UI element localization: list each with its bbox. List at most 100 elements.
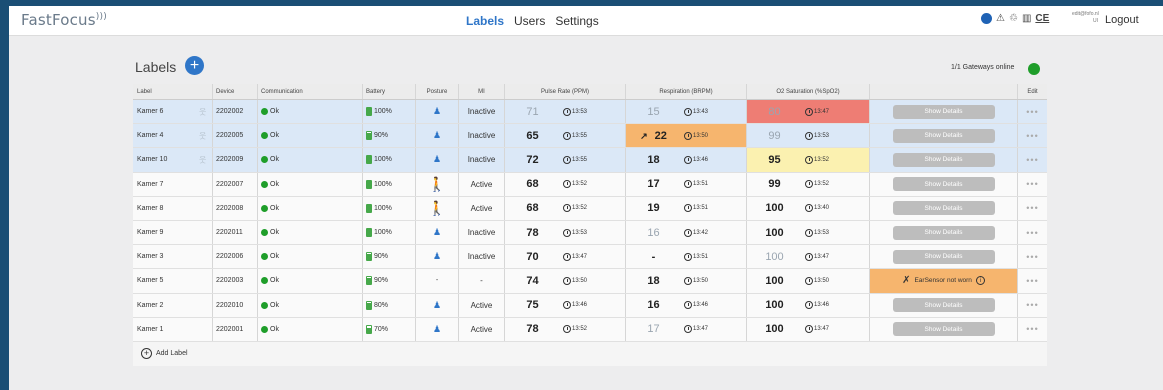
- row-label: Kamer 1: [133, 317, 213, 341]
- row-details: Show Details: [870, 148, 1018, 172]
- show-details-button[interactable]: Show Details: [892, 177, 995, 192]
- pulse-value: 65: [505, 130, 560, 142]
- clock-icon: [684, 252, 692, 261]
- earsensor-warning[interactable]: ✗ EarSensor not worn i: [870, 269, 1017, 293]
- resp-value: ↗ 22: [626, 130, 681, 142]
- resp-time-text: 13:42: [693, 229, 709, 236]
- status-ok-icon: [261, 132, 268, 140]
- table-row[interactable]: Kamer 7 2202007 Ok 100% 🚶 Active 68 13:5…: [133, 172, 1047, 197]
- show-details-button[interactable]: Show Details: [892, 322, 995, 337]
- row-o2: 99 13:53: [747, 124, 870, 148]
- communication-text: Ok: [270, 108, 279, 116]
- o2-value: 100: [747, 299, 802, 311]
- header-o2: O2 Saturation (%SpO2): [747, 84, 870, 99]
- table-row[interactable]: Kamer 8 2202008 Ok 100% 🚶 Active 68 13:5…: [133, 196, 1047, 221]
- clock-icon: [684, 180, 692, 189]
- show-details-button[interactable]: Show Details: [892, 249, 995, 264]
- header-pulse: Pulse Rate (PPM): [505, 84, 626, 99]
- table-row[interactable]: Kamer 3 2202006 Ok 90% ♟ Inactive 70 13:…: [133, 245, 1047, 270]
- table-row[interactable]: Kamer 6 웃 2202002 Ok 100% ♟ Inactive 71 …: [133, 100, 1047, 125]
- clock-icon: [563, 301, 571, 310]
- add-label-text: Add Label: [156, 349, 188, 357]
- row-edit: •••: [1018, 294, 1047, 317]
- pulse-value: 74: [505, 275, 560, 287]
- o2-value: 100: [747, 202, 802, 214]
- table-row[interactable]: Kamer 10 웃 2202009 Ok 100% ♟ Inactive 72…: [133, 148, 1047, 173]
- nav-users[interactable]: Users: [514, 14, 545, 28]
- add-label-button[interactable]: +: [185, 56, 204, 75]
- more-dots-icon[interactable]: •••: [1026, 252, 1038, 262]
- row-mi: Active: [459, 317, 505, 341]
- show-details-button[interactable]: Show Details: [892, 152, 995, 167]
- o2-number: 100: [765, 202, 784, 215]
- resp-timestamp: 13:51: [684, 180, 734, 189]
- show-details-button[interactable]: Show Details: [892, 201, 995, 216]
- row-communication: Ok: [258, 269, 363, 293]
- info-icon[interactable]: i: [975, 276, 985, 286]
- add-label-link[interactable]: + Add Label: [141, 347, 188, 359]
- battery-icon: [366, 300, 372, 310]
- row-posture: ♟: [416, 293, 459, 317]
- battery-icon: [366, 155, 372, 165]
- communication-text: Ok: [270, 277, 279, 285]
- more-dots-icon[interactable]: •••: [1026, 107, 1038, 117]
- nav-labels[interactable]: Labels: [466, 14, 504, 28]
- more-dots-icon[interactable]: •••: [1026, 131, 1038, 141]
- resp-number: 17: [647, 178, 660, 191]
- row-battery: 100%: [363, 220, 416, 245]
- header-posture: Posture: [416, 84, 459, 99]
- row-device: 2202011: [213, 220, 258, 245]
- row-mi: Inactive: [459, 100, 505, 124]
- status-ok-icon: [261, 204, 268, 212]
- pulse-timestamp: 13:53: [563, 107, 613, 116]
- show-details-button[interactable]: Show Details: [892, 225, 995, 240]
- table-row[interactable]: Kamer 4 웃 2202005 Ok 90% ♟ Inactive 65 1…: [133, 124, 1047, 149]
- table-row[interactable]: Kamer 2 2202010 Ok 80% ♟ Active 75 13:46…: [133, 293, 1047, 318]
- more-dots-icon[interactable]: •••: [1026, 155, 1038, 165]
- resp-value: 18: [626, 154, 681, 166]
- more-dots-icon[interactable]: •••: [1026, 300, 1038, 310]
- table-row[interactable]: Kamer 1 2202001 Ok 70% ♟ Active 78 13:52…: [133, 317, 1047, 342]
- resp-timestamp: 13:43: [684, 107, 734, 116]
- o2-time-text: 13:53: [814, 229, 830, 236]
- clock-icon: [563, 204, 571, 213]
- table-row[interactable]: Kamer 5 2202003 Ok 90% - - 74 13:50 18 1…: [133, 269, 1047, 294]
- pulse-timestamp: 13:47: [563, 252, 613, 261]
- person-lying-icon: ♟: [432, 251, 442, 262]
- resp-value: 17: [626, 323, 681, 335]
- row-pulse: 68 13:52: [505, 172, 626, 196]
- add-label-row: + Add Label: [133, 341, 1047, 366]
- show-details-button[interactable]: Show Details: [892, 298, 995, 313]
- row-mi: Active: [459, 293, 505, 317]
- row-pulse: 68 13:52: [505, 196, 626, 220]
- more-dots-icon[interactable]: •••: [1026, 228, 1038, 238]
- more-dots-icon[interactable]: •••: [1026, 324, 1038, 334]
- more-dots-icon[interactable]: •••: [1026, 276, 1038, 286]
- row-battery: 90%: [363, 245, 416, 269]
- pulse-time-text: 13:52: [572, 181, 588, 188]
- pulse-number: 68: [526, 202, 539, 215]
- table-row[interactable]: Kamer 9 2202011 Ok 100% ♟ Inactive 78 13…: [133, 220, 1047, 246]
- warning-text: EarSensor not worn: [914, 277, 972, 285]
- show-details-button[interactable]: Show Details: [892, 104, 995, 119]
- show-details-button[interactable]: Show Details: [892, 128, 995, 143]
- pulse-time-text: 13:47: [572, 253, 588, 260]
- status-ok-icon: [261, 156, 268, 164]
- row-o2: 100 13:53: [747, 220, 870, 245]
- logout-link[interactable]: Logout: [1105, 14, 1139, 26]
- pulse-time-text: 13:55: [572, 156, 588, 163]
- row-o2: 100 13:46: [747, 293, 870, 317]
- more-dots-icon[interactable]: •••: [1026, 203, 1038, 213]
- communication-text: Ok: [270, 325, 279, 333]
- clock-icon: [563, 131, 571, 140]
- more-dots-icon[interactable]: •••: [1026, 179, 1038, 189]
- resp-value: 19: [626, 202, 681, 214]
- o2-time-text: 13:40: [814, 205, 830, 212]
- nav-settings[interactable]: Settings: [555, 14, 598, 28]
- row-pulse: 78 13:52: [505, 317, 626, 341]
- o2-time-text: 13:47: [814, 108, 830, 115]
- row-device: 2202005: [213, 124, 258, 148]
- resp-value: 15: [626, 106, 681, 118]
- resp-time-text: 13:50: [693, 277, 709, 284]
- pulse-time-text: 13:53: [572, 229, 588, 236]
